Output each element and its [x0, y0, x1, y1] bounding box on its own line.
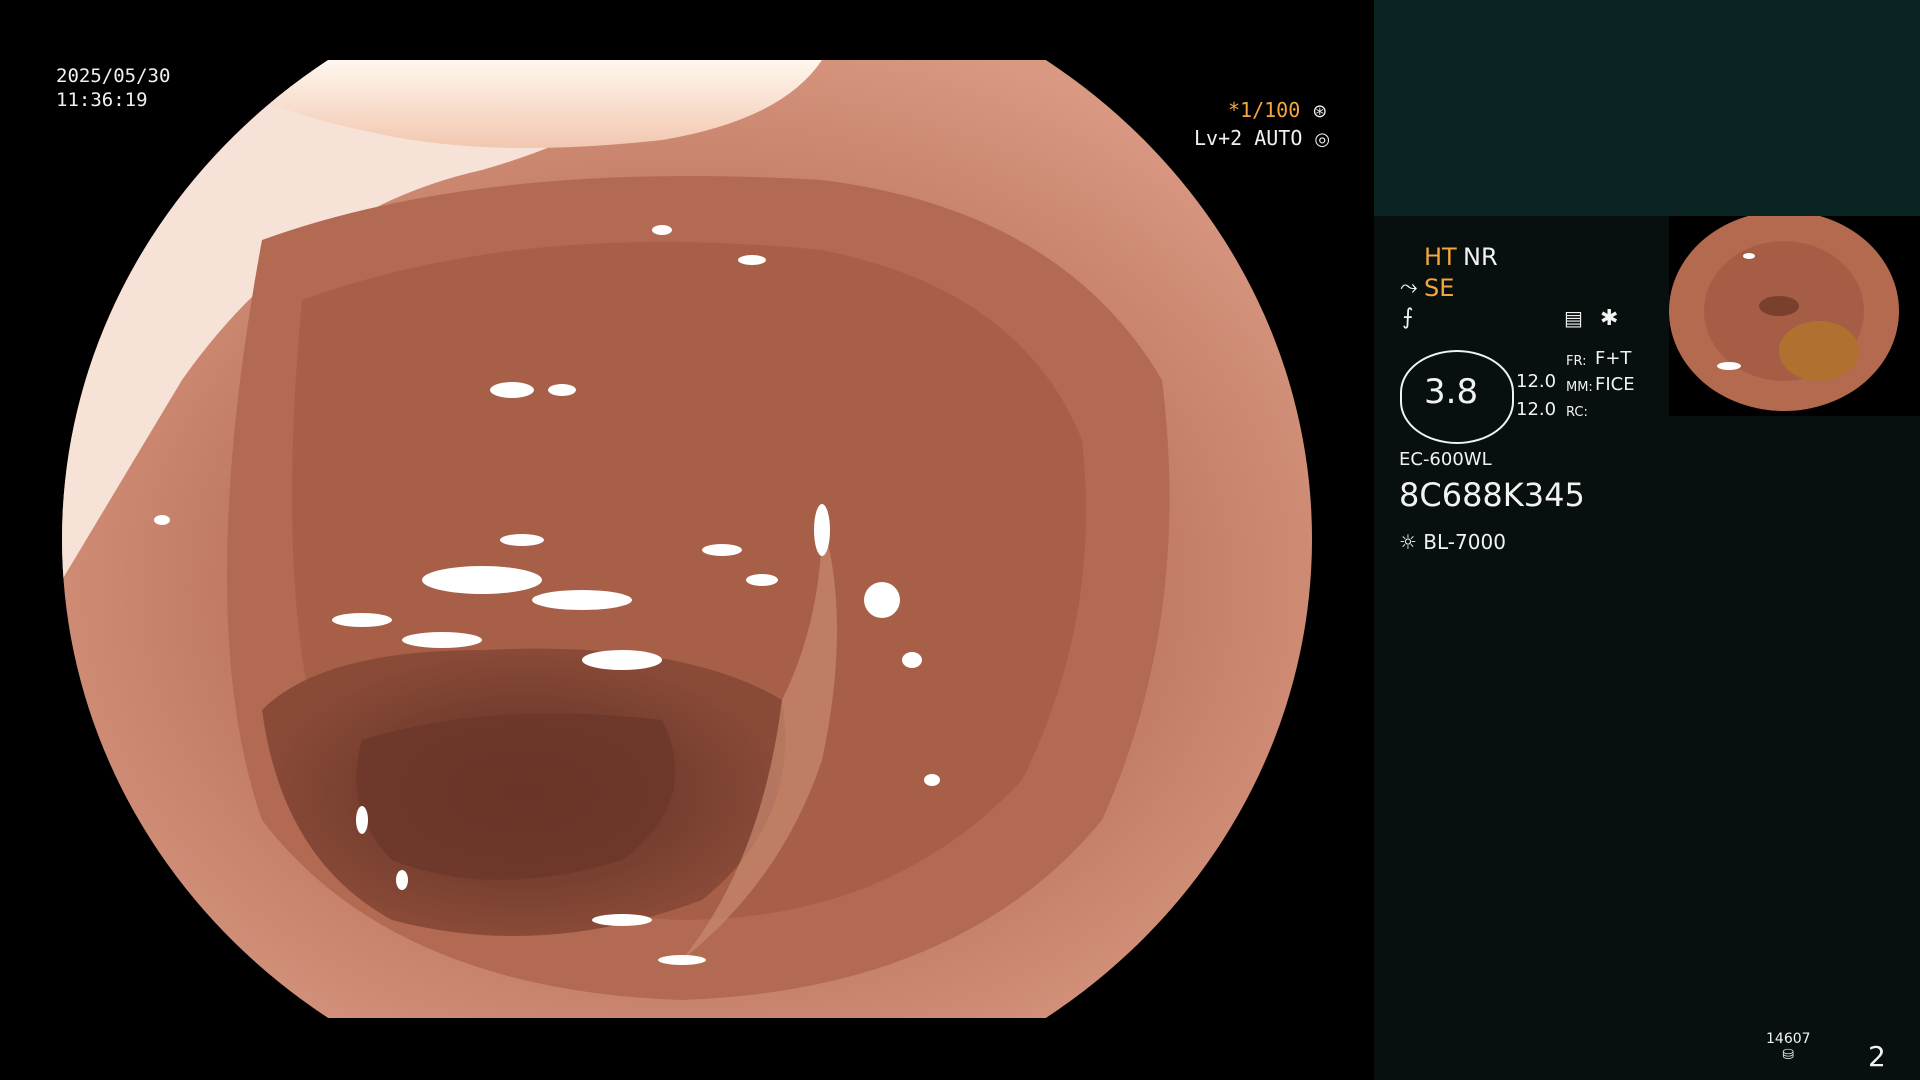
freeze-icon: ⨍ [1402, 305, 1414, 330]
counter-text: 14607 [1766, 1031, 1811, 1047]
rc-label: RC: [1566, 405, 1588, 420]
ht-indicator: HT [1424, 243, 1457, 271]
light-source: ☼ BL-7000 [1399, 530, 1506, 554]
fr-value: F+T [1595, 348, 1632, 369]
aperture-icon: ⊛ [1312, 101, 1328, 122]
info-panel-top [1374, 0, 1920, 216]
menu-icon: ▤ [1564, 306, 1583, 330]
shutter-speed: *1/100 ⊛ [1228, 98, 1327, 122]
se-indicator: SE [1424, 274, 1455, 302]
light-source-text: BL-7000 [1423, 530, 1506, 554]
endoscopy-screen: 2025/05/30 11:36:19 *1/100 ⊛ Lv+2 AUTO ◎… [0, 0, 1920, 1080]
auto-iris-icon: ◎ [1314, 129, 1331, 150]
scope-serial: 8C688K345 [1399, 476, 1585, 514]
datetime: 2025/05/30 11:36:19 [56, 64, 170, 112]
endoscopy-view [62, 60, 1312, 1018]
scope-model: EC-600WL [1399, 449, 1492, 470]
image-counter: 14607 ⛁ [1766, 1031, 1811, 1063]
structure-enhance-icon: ⤳ [1400, 275, 1418, 300]
nr-indicator: NR [1463, 243, 1498, 271]
time-text: 11:36:19 [56, 89, 148, 111]
star-icon: ✱ [1600, 306, 1619, 331]
mm-value: FICE [1595, 374, 1635, 395]
shutter-text: *1/100 [1228, 98, 1301, 122]
level-text: Lv+2 AUTO [1194, 126, 1303, 150]
fr-label: FR: [1566, 354, 1587, 369]
date-text: 2025/05/30 [56, 65, 171, 87]
sun-icon: ☼ [1399, 530, 1417, 554]
captured-thumbnail[interactable] [1669, 216, 1920, 416]
brightness-level: Lv+2 AUTO ◎ [1194, 126, 1330, 150]
page-number: 2 [1868, 1040, 1886, 1073]
zoom-value: 3.8 [1424, 372, 1479, 412]
mm-label: MM: [1566, 380, 1593, 395]
row2-value: 12.0 [1516, 399, 1557, 420]
row1-value: 12.0 [1516, 371, 1557, 392]
database-icon: ⛁ [1782, 1047, 1795, 1063]
